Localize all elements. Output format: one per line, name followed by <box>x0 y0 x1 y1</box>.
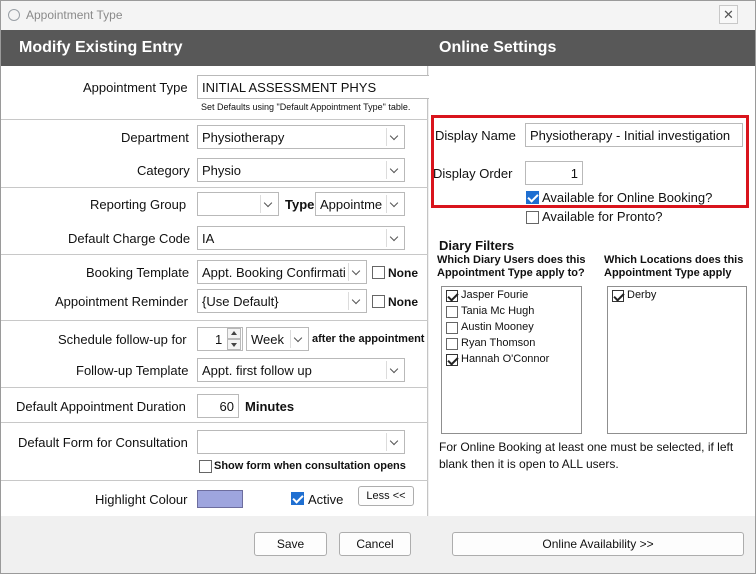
divider <box>1 254 428 255</box>
chevron-down-icon <box>386 195 402 213</box>
online-booking-note: For Online Booking at least one must be … <box>439 440 734 471</box>
user-name: Ryan Thomson <box>461 337 536 349</box>
divider <box>1 387 428 388</box>
chevron-down-icon <box>386 229 402 247</box>
online-settings-heading: Online Settings <box>439 39 557 56</box>
close-button[interactable]: ✕ <box>719 5 738 24</box>
active-label: Active <box>308 492 344 507</box>
followup-unit-select[interactable]: Week <box>246 327 309 351</box>
booking-template-none-checkbox[interactable] <box>372 266 385 279</box>
chevron-down-icon <box>386 128 402 146</box>
category-label: Category <box>137 163 190 178</box>
divider <box>1 187 428 188</box>
pronto-label: Available for Pronto? <box>542 209 663 224</box>
duration-unit-label: Minutes <box>245 399 295 414</box>
default-duration-input[interactable]: 60 <box>197 394 239 418</box>
appointment-reminder-label: Appointment Reminder <box>55 294 188 309</box>
reporting-group-label: Reporting Group <box>90 197 187 212</box>
show-form-checkbox[interactable] <box>199 460 212 473</box>
spin-down-icon[interactable] <box>227 339 241 350</box>
default-form-select[interactable] <box>197 430 405 454</box>
followup-template-value: Appt. first follow up <box>202 363 312 378</box>
booking-template-label: Booking Template <box>86 265 190 280</box>
type-select[interactable]: Appointme <box>315 192 405 216</box>
chevron-down-icon <box>290 330 306 348</box>
reminder-none-label: None <box>388 295 418 309</box>
locations-heading: Which Locations does this Appointment Ty… <box>604 254 744 279</box>
booking-template-none-label: None <box>388 266 418 280</box>
followup-template-label: Follow-up Template <box>76 363 189 378</box>
appointment-reminder-select[interactable]: {Use Default} <box>197 289 367 313</box>
user-name: Austin Mooney <box>461 321 534 333</box>
location-name: Derby <box>627 289 657 301</box>
chevron-down-icon <box>348 263 364 281</box>
spin-up-icon[interactable] <box>227 328 241 339</box>
divider <box>1 480 428 481</box>
default-duration-label: Default Appointment Duration <box>16 399 186 414</box>
user-name: Hannah O'Connor <box>461 353 550 365</box>
diary-users-heading: Which Diary Users does this Appointment … <box>437 254 586 279</box>
save-button[interactable]: Save <box>254 532 327 556</box>
show-form-label: Show form when consultation opens <box>214 460 406 472</box>
department-select[interactable]: Physiotherapy <box>197 125 405 149</box>
appointment-type-hint: Set Defaults using "Default Appointment … <box>201 102 411 112</box>
title-bar: Appointment Type ✕ <box>1 1 755 30</box>
followup-suffix-label: after the appointment <box>312 333 425 345</box>
default-form-label: Default Form for Consultation <box>18 435 188 450</box>
entry-form-panel: Appointment Type INITIAL ASSESSMENT PHYS… <box>1 66 593 516</box>
chevron-down-icon <box>386 433 402 451</box>
booking-template-value: Appt. Booking Confirmati <box>202 265 346 280</box>
charge-code-value: IA <box>202 231 215 246</box>
highlight-colour-label: Highlight Colour <box>95 492 188 507</box>
appointment-reminder-value: {Use Default} <box>202 294 279 309</box>
chevron-down-icon <box>260 195 276 213</box>
diary-users-list[interactable]: Jasper Fourie Tania Mc Hugh Austin Moone… <box>441 286 582 434</box>
user-checkbox[interactable] <box>446 354 458 366</box>
department-value: Physiotherapy <box>202 130 285 145</box>
cancel-button[interactable]: Cancel <box>339 532 411 556</box>
followup-template-select[interactable]: Appt. first follow up <box>197 358 405 382</box>
pronto-checkbox[interactable] <box>526 211 539 224</box>
highlight-colour-swatch[interactable] <box>197 490 243 508</box>
charge-code-select[interactable]: IA <box>197 226 405 250</box>
user-checkbox[interactable] <box>446 306 458 318</box>
window-title: Appointment Type <box>26 8 123 22</box>
active-checkbox[interactable] <box>291 492 304 505</box>
modify-entry-heading: Modify Existing Entry <box>19 39 183 56</box>
user-checkbox[interactable] <box>446 338 458 350</box>
section-header: Modify Existing Entry Online Settings <box>1 30 755 66</box>
user-name: Tania Mc Hugh <box>461 305 535 317</box>
divider <box>1 119 428 120</box>
app-icon <box>8 9 20 21</box>
category-select[interactable]: Physio <box>197 158 405 182</box>
department-label: Department <box>121 130 189 145</box>
user-name: Jasper Fourie <box>461 289 529 301</box>
online-availability-button[interactable]: Online Availability >> <box>452 532 744 556</box>
locations-list[interactable]: Derby <box>607 286 747 434</box>
appointment-type-window: Appointment Type ✕ Modify Existing Entry… <box>0 0 756 574</box>
divider <box>1 320 428 321</box>
less-button[interactable]: Less << <box>358 486 414 506</box>
category-value: Physio <box>202 163 242 178</box>
appointment-type-label: Appointment Type <box>83 80 188 95</box>
chevron-down-icon <box>348 292 364 310</box>
booking-template-select[interactable]: Appt. Booking Confirmati <box>197 260 367 284</box>
chevron-down-icon <box>386 361 402 379</box>
user-checkbox[interactable] <box>446 290 458 302</box>
reporting-group-select[interactable] <box>197 192 279 216</box>
diary-filters-title: Diary Filters <box>439 238 515 253</box>
divider <box>1 422 428 423</box>
chevron-down-icon <box>386 161 402 179</box>
location-checkbox[interactable] <box>612 290 624 302</box>
user-checkbox[interactable] <box>446 322 458 334</box>
schedule-followup-label: Schedule follow-up for <box>58 332 187 347</box>
charge-code-label: Default Charge Code <box>68 231 191 246</box>
reminder-none-checkbox[interactable] <box>372 295 385 308</box>
highlight-frame <box>431 115 749 208</box>
type-label: Type <box>285 197 315 212</box>
